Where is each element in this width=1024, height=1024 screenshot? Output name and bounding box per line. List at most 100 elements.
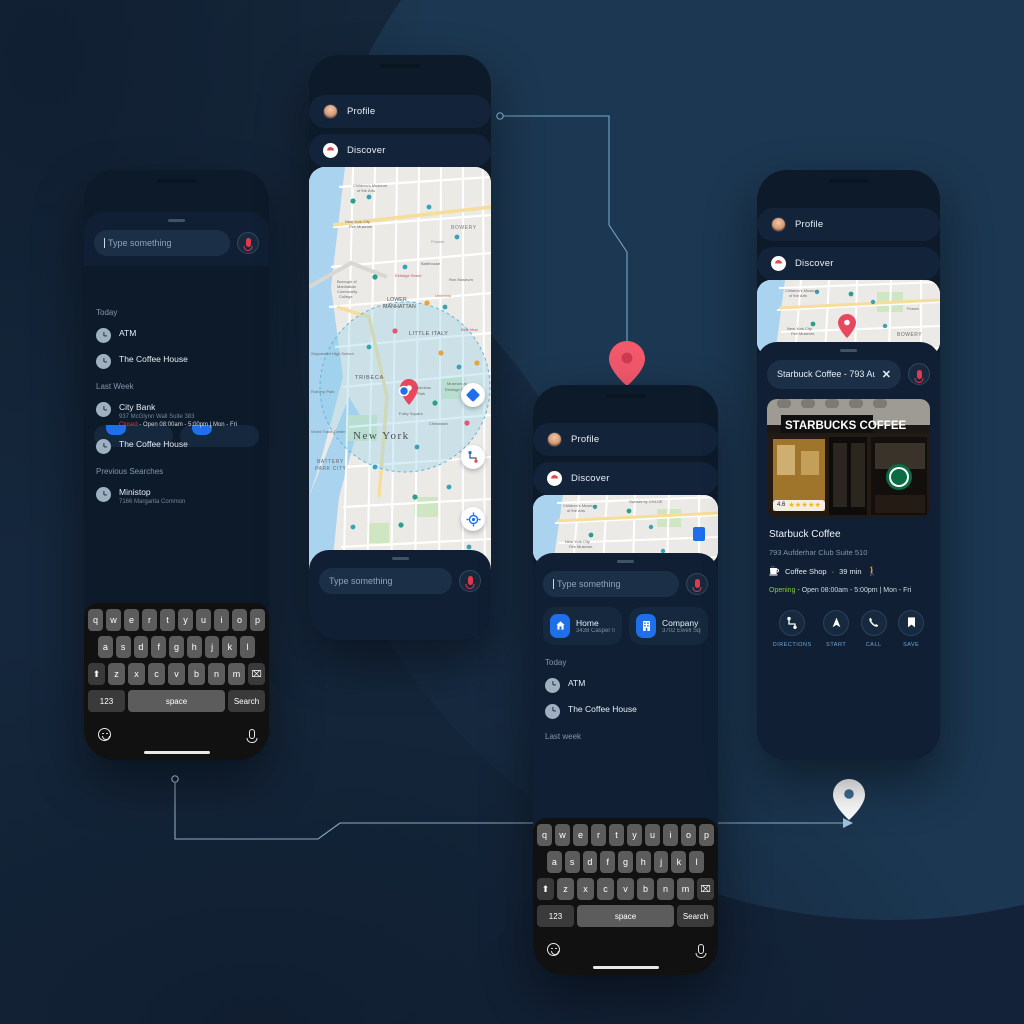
action-save[interactable]: SAVE (898, 609, 925, 648)
numeric-key[interactable]: 123 (537, 905, 574, 927)
key-y[interactable]: y (178, 609, 193, 631)
key-u[interactable]: u (645, 824, 660, 846)
keyboard-microphone-icon[interactable] (249, 729, 255, 739)
menu-item-profile[interactable]: Profile (533, 423, 718, 456)
key-s[interactable]: s (564, 851, 580, 873)
list-item[interactable]: ATM (84, 317, 269, 343)
key-m[interactable]: m (677, 878, 694, 900)
call-button[interactable] (860, 609, 887, 636)
key-z[interactable]: z (557, 878, 574, 900)
key-m[interactable]: m (228, 663, 245, 685)
key-i[interactable]: i (663, 824, 678, 846)
key-h[interactable]: h (186, 636, 202, 658)
action-start[interactable]: START (823, 609, 850, 648)
search-input[interactable]: Type something (94, 229, 230, 256)
key-l[interactable]: l (240, 636, 256, 658)
menu-item-discover[interactable]: Discover (757, 247, 940, 280)
backspace-key[interactable]: ⌧ (248, 663, 265, 685)
key-b[interactable]: b (637, 878, 654, 900)
directions-button[interactable] (779, 609, 806, 636)
key-c[interactable]: c (597, 878, 614, 900)
action-call[interactable]: CALL (860, 609, 887, 648)
shortcut-company[interactable]: Company 3702 Ewell Square (629, 606, 708, 645)
clear-icon[interactable]: ✕ (878, 368, 891, 381)
key-v[interactable]: v (168, 663, 185, 685)
list-item[interactable]: The Coffee House (533, 693, 718, 719)
key-f[interactable]: f (151, 636, 167, 658)
emoji-icon[interactable] (98, 727, 111, 741)
search-key[interactable]: Search (228, 690, 265, 712)
key-w[interactable]: w (555, 824, 570, 846)
key-i[interactable]: i (214, 609, 229, 631)
space-key[interactable]: space (127, 690, 226, 712)
key-p[interactable]: p (250, 609, 265, 631)
list-item[interactable]: City Bank 937 McGlynn Wall Suite 383 Clo… (84, 391, 269, 428)
key-t[interactable]: t (609, 824, 624, 846)
voice-search-button[interactable] (237, 231, 259, 254)
key-x[interactable]: x (577, 878, 594, 900)
key-k[interactable]: k (671, 851, 687, 873)
key-p[interactable]: p (699, 824, 714, 846)
key-g[interactable]: g (169, 636, 184, 658)
voice-search-button[interactable] (459, 569, 481, 592)
key-w[interactable]: w (106, 609, 121, 631)
key-d[interactable]: d (133, 636, 149, 658)
key-d[interactable]: d (582, 851, 598, 873)
backspace-key[interactable]: ⌧ (697, 878, 714, 900)
save-button[interactable] (898, 609, 925, 636)
key-q[interactable]: q (537, 824, 552, 846)
key-s[interactable]: s (115, 636, 131, 658)
action-directions[interactable]: DIRECTIONS (773, 609, 812, 648)
key-o[interactable]: o (232, 609, 247, 631)
voice-search-button[interactable] (908, 363, 930, 385)
key-a[interactable]: a (546, 851, 562, 873)
search-input[interactable]: Type something (319, 567, 452, 594)
key-h[interactable]: h (635, 851, 651, 873)
key-e[interactable]: e (124, 609, 139, 631)
key-j[interactable]: j (653, 851, 669, 873)
key-c[interactable]: c (148, 663, 165, 685)
search-input[interactable]: Type something (543, 570, 679, 597)
key-j[interactable]: j (204, 636, 220, 658)
map-layers-button[interactable] (461, 383, 485, 407)
list-item[interactable]: Ministop 7166 Margarita Common (84, 476, 269, 505)
key-g[interactable]: g (618, 851, 633, 873)
voice-search-button[interactable] (686, 572, 708, 595)
key-n[interactable]: n (657, 878, 674, 900)
key-t[interactable]: t (160, 609, 175, 631)
key-b[interactable]: b (188, 663, 205, 685)
key-n[interactable]: n (208, 663, 225, 685)
search-key[interactable]: Search (677, 905, 714, 927)
key-y[interactable]: y (627, 824, 642, 846)
map-locate-button[interactable] (461, 507, 485, 531)
key-v[interactable]: v (617, 878, 634, 900)
emoji-icon[interactable] (547, 942, 560, 956)
menu-item-profile[interactable]: Profile (309, 95, 491, 128)
map-view[interactable]: Children's Museum of the Arts New York Ci… (309, 167, 491, 597)
key-r[interactable]: r (142, 609, 157, 631)
key-f[interactable]: f (600, 851, 616, 873)
list-item[interactable]: ATM (533, 667, 718, 693)
key-e[interactable]: e (573, 824, 588, 846)
menu-item-discover[interactable]: Discover (309, 134, 491, 167)
key-x[interactable]: x (128, 663, 145, 685)
key-a[interactable]: a (97, 636, 113, 658)
start-button[interactable] (823, 609, 850, 636)
key-z[interactable]: z (108, 663, 125, 685)
shift-key[interactable]: ⬆ (537, 878, 554, 900)
shift-key[interactable]: ⬆ (88, 663, 105, 685)
map-directions-button[interactable] (461, 445, 485, 469)
space-key[interactable]: space (576, 905, 675, 927)
list-item[interactable]: The Coffee House (84, 428, 269, 454)
key-q[interactable]: q (88, 609, 103, 631)
key-r[interactable]: r (591, 824, 606, 846)
search-input[interactable]: Starbuck Coffee - 793 Aufderhar C ✕ (767, 359, 901, 389)
place-photo[interactable]: STARBUCKS COFFEE 4.6 ★★★★★ (767, 398, 930, 517)
key-o[interactable]: o (681, 824, 696, 846)
key-u[interactable]: u (196, 609, 211, 631)
menu-item-profile[interactable]: Profile (757, 208, 940, 241)
shortcut-home[interactable]: Home 3438 Casper Island (543, 606, 622, 645)
keyboard-microphone-icon[interactable] (698, 944, 704, 954)
menu-item-discover[interactable]: Discover (533, 462, 718, 495)
key-l[interactable]: l (689, 851, 705, 873)
